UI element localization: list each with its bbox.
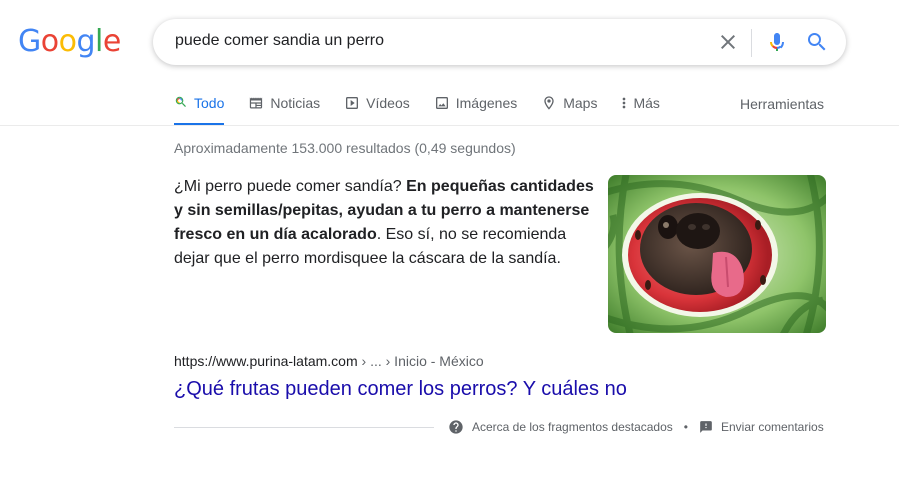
about-snippets-link[interactable]: Acerca de los fragmentos destacados [448,418,673,436]
logo-letter: l [95,24,103,59]
help-icon [449,420,463,434]
logo-letter: e [102,24,121,59]
search-box[interactable]: puede comer sandia un perro [153,19,846,65]
feedback-icon [700,421,712,433]
image-icon [435,97,448,109]
send-feedback-label: Enviar comentarios [720,420,824,434]
tab-maps[interactable]: Maps [541,93,597,126]
tab-label: Imágenes [455,95,518,111]
result-breadcrumbs: › ... › Inicio - México [357,353,484,369]
tab-todo[interactable]: Todo [174,93,225,126]
tab-noticias[interactable]: Noticias [248,93,320,126]
tab-label: Más [633,95,660,111]
more-vert-icon [623,97,626,109]
search-input[interactable]: puede comer sandia un perro [175,32,384,50]
footer-separator: • [683,420,688,434]
google-logo[interactable]: Google [18,24,121,60]
tools-button[interactable]: Herramientas [740,94,824,114]
tab-label: Noticias [270,95,321,111]
featured-snippet-text: ¿Mi perro puede comer sandía? En pequeña… [174,175,594,271]
result-domain: https://www.purina-latam.com [174,353,358,369]
microphone-icon[interactable] [765,30,789,54]
search-tabs: Todo Noticias Vídeos Imágenes Maps Más [174,93,684,126]
result-title-link[interactable]: ¿Qué frutas pueden comer los perros? Y c… [174,375,627,403]
tab-label: Todo [194,95,225,111]
about-snippets-label: Acerca de los fragmentos destacados [472,420,673,434]
logo-letter: o [40,24,59,59]
logo-letter: o [58,24,77,59]
tabs-divider [0,125,899,126]
featured-snippet-image[interactable] [608,175,826,333]
tab-imagenes[interactable]: Imágenes [434,93,517,126]
tab-mas[interactable]: Más [621,93,660,126]
snippet-lead: ¿Mi perro puede comer sandía? [174,178,407,195]
logo-letter: g [76,24,96,59]
video-icon [346,97,359,109]
footer-divider [174,427,434,428]
result-url[interactable]: https://www.purina-latam.com › ... › Ini… [174,351,484,371]
news-icon [250,97,263,109]
tab-videos[interactable]: Vídeos [344,93,410,126]
search-divider [751,29,752,57]
search-submit-icon[interactable] [805,30,829,54]
logo-letter: G [18,24,41,59]
send-feedback-link[interactable]: Enviar comentarios [699,418,824,436]
search-icon [175,96,186,107]
dog-in-watermelon-image [608,175,826,333]
clear-icon[interactable] [716,30,740,54]
tab-label: Vídeos [366,95,410,111]
result-stats: Aproximadamente 153.000 resultados (0,49… [174,140,516,156]
map-pin-icon [544,96,554,110]
snippet-footer: Acerca de los fragmentos destacados • En… [448,418,824,436]
tab-label: Maps [563,95,598,111]
